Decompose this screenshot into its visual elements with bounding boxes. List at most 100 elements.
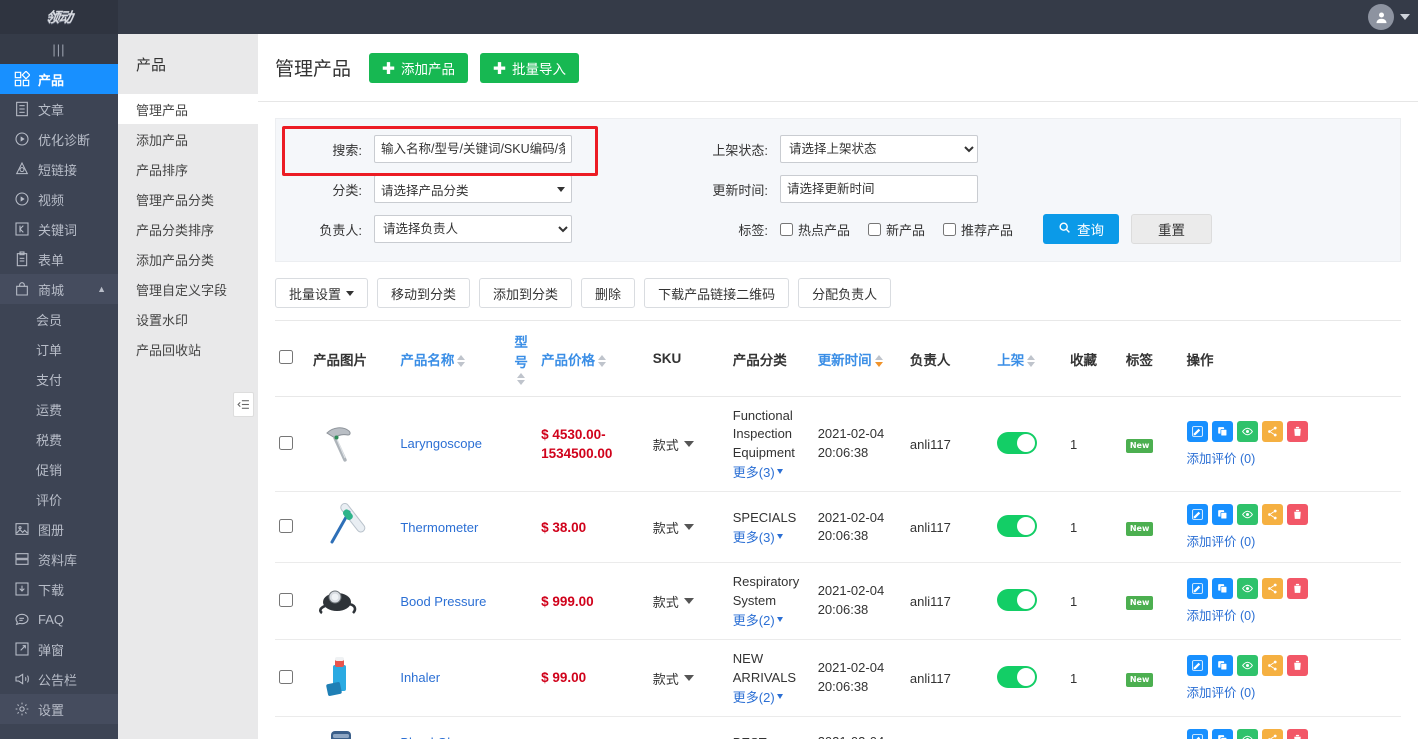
sku-style-dropdown[interactable]: 款式: [653, 435, 694, 454]
tag-checkbox-recommend[interactable]: 推荐产品: [943, 220, 1013, 239]
sidebar-item-settings[interactable]: 设置: [0, 694, 118, 724]
category-more-link[interactable]: 更多(2): [733, 687, 783, 706]
product-name-link[interactable]: Bood Pressure: [400, 594, 486, 609]
table-row[interactable]: Inhaler $ 99.00 款式 NEWARRIVALS 更多(2) 202…: [275, 640, 1401, 717]
bulk-settings-button[interactable]: 批量设置: [275, 278, 368, 308]
on-shelf-toggle[interactable]: [997, 515, 1037, 537]
col-product-name[interactable]: 产品名称: [396, 321, 510, 397]
sidebar-item-gallery[interactable]: 图册: [0, 514, 118, 544]
edit-icon[interactable]: [1187, 578, 1208, 599]
sort-icon[interactable]: [517, 373, 525, 385]
sidebar-item-products[interactable]: 产品: [0, 64, 118, 94]
panel-toggle-icon[interactable]: [233, 392, 254, 417]
row-checkbox[interactable]: [279, 436, 293, 450]
table-row[interactable]: Bood Pressure $ 999.00 款式 RespiratorySys…: [275, 563, 1401, 640]
sidebar-item-promotion[interactable]: 促销: [0, 454, 118, 484]
sort-icon[interactable]: [875, 355, 883, 367]
share-icon[interactable]: [1262, 729, 1283, 739]
row-checkbox[interactable]: [279, 670, 293, 684]
add-review-link[interactable]: 添加评价 (0): [1187, 605, 1397, 624]
eye-icon[interactable]: [1237, 421, 1258, 442]
sidebar-collapse-toggle[interactable]: |||: [0, 34, 118, 64]
add-review-link[interactable]: 添加评价 (0): [1187, 682, 1397, 701]
sidebar-item-mall[interactable]: 商城 ▲: [0, 274, 118, 304]
trash-icon[interactable]: [1287, 729, 1308, 739]
submenu-item-manage-categories[interactable]: 管理产品分类: [118, 184, 258, 214]
sidebar-item-library[interactable]: 资料库: [0, 544, 118, 574]
share-icon[interactable]: [1262, 504, 1283, 525]
sidebar-item-articles[interactable]: 文章: [0, 94, 118, 124]
col-product-price[interactable]: 产品价格: [537, 321, 649, 397]
col-model[interactable]: 型号: [510, 321, 537, 397]
category-more-link[interactable]: 更多(3): [733, 527, 783, 546]
col-on-shelf[interactable]: 上架: [993, 321, 1066, 397]
sort-icon[interactable]: [457, 355, 465, 367]
table-row[interactable]: Laryngoscope $ 4530.00-1534500.00 款式 Fun…: [275, 397, 1401, 492]
share-icon[interactable]: [1262, 578, 1283, 599]
trash-icon[interactable]: [1287, 504, 1308, 525]
edit-icon[interactable]: [1187, 655, 1208, 676]
sidebar-item-popup[interactable]: 弹窗: [0, 634, 118, 664]
select-all-checkbox[interactable]: [279, 350, 293, 364]
product-name-link[interactable]: Inhaler: [400, 670, 440, 685]
submenu-item-category-sort[interactable]: 产品分类排序: [118, 214, 258, 244]
category-more-link[interactable]: 更多(2): [733, 610, 783, 629]
sidebar-item-download[interactable]: 下载: [0, 574, 118, 604]
trash-icon[interactable]: [1287, 421, 1308, 442]
copy-icon[interactable]: [1212, 421, 1233, 442]
submenu-item-recycle-bin[interactable]: 产品回收站: [118, 334, 258, 364]
edit-icon[interactable]: [1187, 504, 1208, 525]
eye-icon[interactable]: [1237, 578, 1258, 599]
sku-style-dropdown[interactable]: 款式: [653, 592, 694, 611]
submenu-item-add-product[interactable]: 添加产品: [118, 124, 258, 154]
sku-style-dropdown[interactable]: 款式: [653, 669, 694, 688]
chevron-down-icon[interactable]: [1400, 14, 1410, 20]
product-name-link[interactable]: Blood Glucose Meter MD: [400, 735, 485, 739]
eye-icon[interactable]: [1237, 504, 1258, 525]
add-review-link[interactable]: 添加评价 (0): [1187, 448, 1397, 467]
reset-button[interactable]: 重置: [1131, 214, 1212, 244]
sidebar-item-seo-diagnosis[interactable]: 优化诊断: [0, 124, 118, 154]
app-logo[interactable]: 领动: [0, 0, 118, 34]
sidebar-item-payment[interactable]: 支付: [0, 364, 118, 394]
on-shelf-toggle[interactable]: [997, 432, 1037, 454]
submenu-item-manage-products[interactable]: 管理产品: [118, 94, 258, 124]
eye-icon[interactable]: [1237, 655, 1258, 676]
sidebar-item-keywords[interactable]: 关键词: [0, 214, 118, 244]
edit-icon[interactable]: [1187, 729, 1208, 739]
sidebar-item-orders[interactable]: 订单: [0, 334, 118, 364]
row-checkbox[interactable]: [279, 519, 293, 533]
user-avatar-icon[interactable]: [1368, 4, 1394, 30]
owner-select[interactable]: 请选择负责人: [374, 215, 572, 243]
shelf-status-select[interactable]: 请选择上架状态: [780, 135, 978, 163]
tag-checkbox-hot[interactable]: 热点产品: [780, 220, 850, 239]
sidebar-item-short-link[interactable]: 短链接: [0, 154, 118, 184]
product-name-link[interactable]: Thermometer: [400, 520, 478, 535]
delete-button[interactable]: 删除: [581, 278, 635, 308]
tag-checkbox-recommend-input[interactable]: [943, 223, 956, 236]
sort-icon[interactable]: [1027, 355, 1035, 367]
submenu-item-add-category[interactable]: 添加产品分类: [118, 244, 258, 274]
sidebar-item-reviews[interactable]: 评价: [0, 484, 118, 514]
table-row[interactable]: 44 Blood Glucose Meter MD $ 299.00 款式 BE…: [275, 717, 1401, 739]
bulk-import-button[interactable]: ✚ 批量导入: [480, 53, 579, 83]
category-more-link[interactable]: 更多(3): [733, 462, 783, 481]
download-qrcode-button[interactable]: 下载产品链接二维码: [644, 278, 789, 308]
copy-icon[interactable]: [1212, 729, 1233, 739]
sidebar-item-video[interactable]: 视频: [0, 184, 118, 214]
submenu-item-custom-fields[interactable]: 管理自定义字段: [118, 274, 258, 304]
product-name-link[interactable]: Laryngoscope: [400, 436, 482, 451]
sidebar-item-announcements[interactable]: 公告栏: [0, 664, 118, 694]
on-shelf-toggle[interactable]: [997, 666, 1037, 688]
sku-style-dropdown[interactable]: 款式: [653, 518, 694, 537]
sidebar-item-faq[interactable]: FAQ: [0, 604, 118, 634]
sort-icon[interactable]: [598, 355, 606, 367]
sidebar-item-shipping[interactable]: 运费: [0, 394, 118, 424]
add-review-link[interactable]: 添加评价 (0): [1187, 531, 1397, 550]
assign-owner-button[interactable]: 分配负责人: [798, 278, 891, 308]
sidebar-item-tax[interactable]: 税费: [0, 424, 118, 454]
category-select[interactable]: 请选择产品分类: [374, 175, 572, 203]
tag-checkbox-hot-input[interactable]: [780, 223, 793, 236]
trash-icon[interactable]: [1287, 578, 1308, 599]
col-updated-time[interactable]: 更新时间: [814, 321, 906, 397]
